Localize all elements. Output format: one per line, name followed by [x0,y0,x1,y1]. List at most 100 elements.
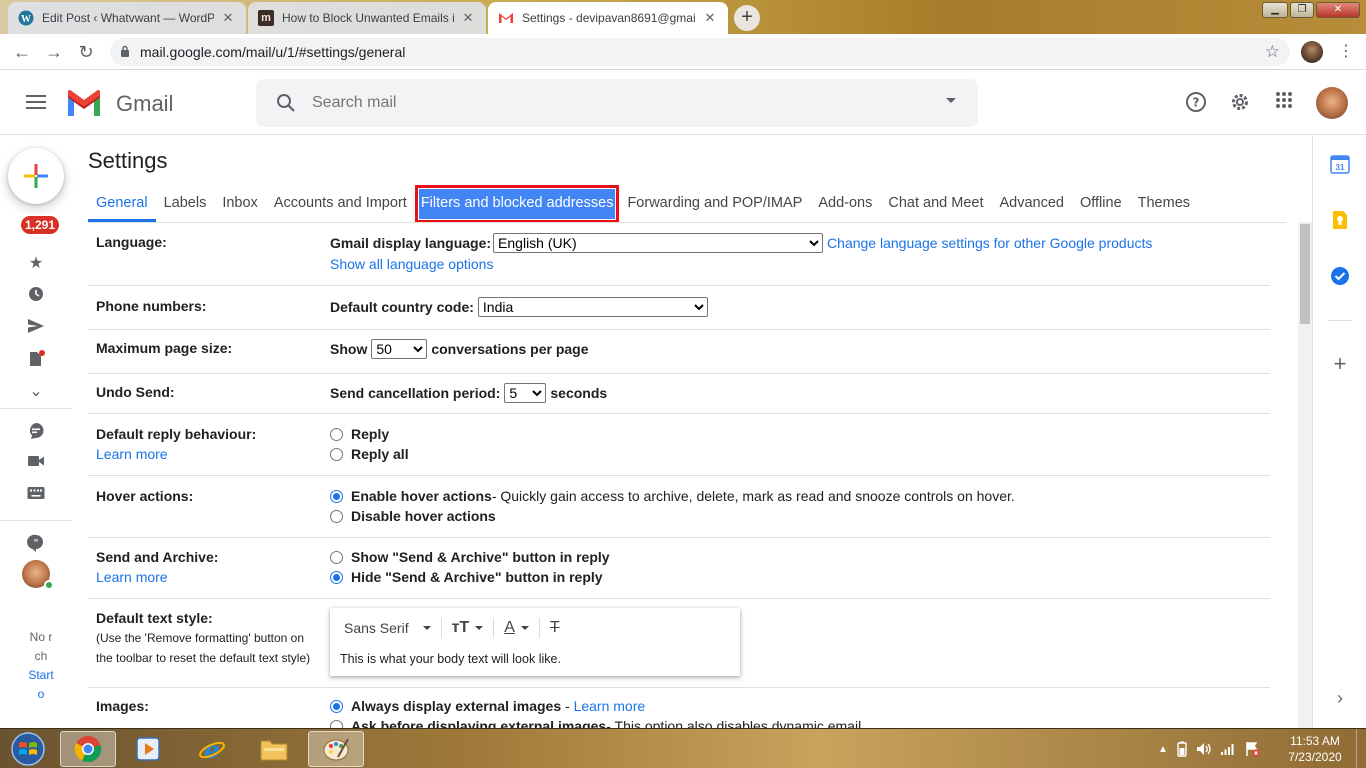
sent-icon[interactable] [26,318,46,338]
calendar-icon[interactable]: 31 [1330,154,1350,174]
gmail-logo-icon[interactable] [65,89,103,117]
taskbar-media-player[interactable] [120,731,176,767]
hangouts-start-link[interactable]: o [20,685,62,704]
tab-chat-and-meet[interactable]: Chat and Meet [880,184,991,222]
radio-button[interactable] [330,427,343,441]
radio-button-selected[interactable] [330,489,343,503]
display-language-select[interactable]: English (UK) [493,233,824,253]
volume-icon[interactable] [1196,742,1212,756]
tab-forwarding-pop-imap[interactable]: Forwarding and POP/IMAP [619,184,810,222]
tray-expand-icon[interactable]: ▲ [1158,744,1168,755]
tab-offline[interactable]: Offline [1072,184,1130,222]
apps-grid-icon[interactable] [1272,91,1296,115]
show-send-archive-option[interactable]: Show "Send & Archive" button in reply [330,547,610,567]
enable-hover-option[interactable]: Enable hover actions - Quickly gain acce… [330,486,1015,506]
change-language-link[interactable]: Change language settings for other Googl… [827,233,1152,253]
video-camera-icon[interactable] [26,454,46,474]
scrollbar-thumb[interactable] [1300,224,1310,324]
window-close-button[interactable]: ✕ [1316,2,1360,18]
page-size-suffix: conversations per page [431,341,589,357]
ask-before-display-option[interactable]: Ask before displaying external images - … [330,716,865,728]
search-bar[interactable] [256,79,978,127]
account-avatar[interactable] [1316,87,1348,119]
snoozed-clock-icon[interactable] [26,286,46,306]
chevron-right-icon[interactable]: › [1330,688,1350,708]
battery-icon[interactable] [1176,741,1188,757]
send-archive-learn-more-link[interactable]: Learn more [96,567,328,587]
main-menu-icon[interactable] [24,91,48,115]
compose-button[interactable] [8,148,64,204]
chevron-down-icon[interactable]: ⌄ [26,382,46,402]
new-tab-button[interactable]: + [734,5,760,31]
forward-arrow-icon[interactable]: → [42,40,66,64]
text-color-icon[interactable]: A [504,619,529,637]
tasks-icon[interactable] [1330,266,1350,286]
taskbar-paint[interactable] [308,731,364,767]
tab-labels[interactable]: Labels [156,184,215,222]
browser-tab-article[interactable]: m How to Block Unwanted Emails in ✕ [248,2,486,34]
taskbar-internet-explorer[interactable]: e [184,731,240,767]
radio-button[interactable] [330,719,343,728]
tab-filters-and-blocked-addresses[interactable]: Filters and blocked addresses [414,185,620,223]
images-learn-more-link[interactable]: Learn more [574,696,646,716]
tab-advanced[interactable]: Advanced [991,184,1072,222]
reply-option[interactable]: Reply [330,424,409,444]
page-size-select[interactable]: 50 [371,339,428,359]
taskbar-file-explorer[interactable] [246,731,302,767]
tab-themes[interactable]: Themes [1130,184,1198,222]
windows-start-icon[interactable] [4,731,52,767]
search-options-icon[interactable] [946,98,956,103]
search-icon[interactable] [276,93,296,113]
country-code-select[interactable]: India [477,297,708,317]
keep-icon[interactable] [1330,210,1350,230]
drafts-icon[interactable] [26,350,46,370]
reply-learn-more-link[interactable]: Learn more [96,444,328,464]
tab-accounts-and-import[interactable]: Accounts and Import [266,184,415,222]
bookmark-star-icon[interactable]: ☆ [1265,42,1280,62]
show-all-languages-link[interactable]: Show all language options [330,254,1152,274]
font-family-dropdown[interactable]: Sans Serif [344,620,431,636]
tab-inbox[interactable]: Inbox [214,184,265,222]
minimize-button[interactable]: ▁ [1262,2,1288,18]
close-icon[interactable]: ✕ [220,10,236,26]
help-icon[interactable]: ? [1184,91,1208,115]
starred-icon[interactable]: ★ [26,254,46,274]
cancellation-period-select[interactable]: 5 [504,383,547,403]
address-bar[interactable]: mail.google.com/mail/u/1/#settings/gener… [110,38,1290,66]
add-addon-icon[interactable]: + [1330,353,1350,375]
chrome-menu-icon[interactable]: ⋮ [1336,40,1356,64]
maximize-button[interactable]: ❐ [1290,2,1314,18]
font-size-icon[interactable]: тT [452,619,484,637]
radio-button-selected[interactable] [330,570,343,584]
action-center-flag-icon[interactable] [1244,741,1260,757]
radio-button[interactable] [330,447,343,461]
close-icon[interactable]: ✕ [702,10,718,26]
search-input[interactable] [312,91,912,115]
remove-formatting-icon[interactable]: T [550,619,560,637]
close-icon[interactable]: ✕ [460,10,476,26]
tab-add-ons[interactable]: Add-ons [810,184,880,222]
always-display-images-option[interactable]: Always display external images - Learn m… [330,696,865,716]
tab-general[interactable]: General [88,184,156,222]
hangouts-icon[interactable]: " [26,534,46,554]
radio-button[interactable] [330,550,343,564]
show-desktop-button[interactable] [1356,729,1366,768]
radio-button-selected[interactable] [330,699,343,713]
chrome-profile-avatar[interactable] [1301,41,1323,63]
radio-button[interactable] [330,509,343,523]
back-arrow-icon[interactable]: ← [10,40,34,64]
taskbar-clock[interactable]: 11:53 AM 7/23/2020 [1280,733,1350,765]
reload-icon[interactable]: ↻ [74,40,98,64]
network-signal-icon[interactable] [1220,742,1236,756]
hide-send-archive-option[interactable]: Hide "Send & Archive" button in reply [330,567,610,587]
hangouts-start-link[interactable]: Start [20,666,62,685]
taskbar-chrome[interactable] [60,731,116,767]
browser-tab-gmail-settings[interactable]: Settings - devipavan8691@gmail ✕ [488,2,728,34]
meet-chat-icon[interactable] [26,422,46,442]
disable-hover-option[interactable]: Disable hover actions [330,506,1015,526]
reply-all-option[interactable]: Reply all [330,444,409,464]
browser-tab-wordpress[interactable]: W Edit Post ‹ Whatvwant — WordPr ✕ [8,2,246,34]
unread-count-badge[interactable]: 1,291 [21,216,60,234]
gear-icon[interactable] [1228,91,1252,115]
keyboard-icon[interactable] [26,486,46,506]
